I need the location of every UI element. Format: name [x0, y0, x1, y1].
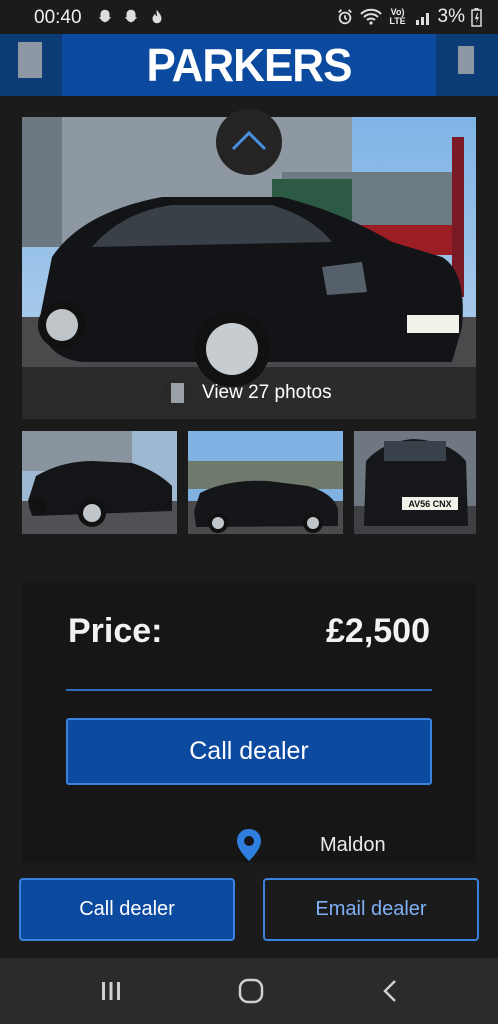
alarm-icon — [337, 9, 352, 25]
thumbnail-1[interactable] — [22, 431, 177, 534]
view-photos-label: View 27 photos — [202, 382, 332, 403]
thumbnail-2[interactable] — [188, 431, 343, 534]
battery-icon — [471, 8, 482, 27]
thumb-illustration: AV56 CNX — [354, 431, 476, 534]
status-right: Vo) LTE 3% — [336, 6, 482, 28]
location-text: Maldon — [320, 834, 386, 856]
thumb-plate: AV56 CNX — [408, 499, 451, 509]
battery-percent: 3% — [437, 6, 465, 27]
signal-icon — [415, 13, 429, 25]
notification-icons — [96, 8, 166, 26]
view-photos-button[interactable]: View 27 photos — [162, 376, 332, 410]
thumb-illustration — [22, 431, 177, 534]
fire-icon — [152, 9, 162, 24]
thumb-illustration — [188, 431, 343, 534]
home-icon[interactable] — [216, 958, 286, 1024]
chevron-up-icon — [231, 130, 267, 151]
snapchat-icon — [124, 9, 138, 23]
collapse-gallery-button[interactable] — [216, 109, 282, 175]
recent-apps-icon[interactable] — [76, 958, 146, 1024]
email-dealer-button[interactable]: Email dealer — [263, 878, 479, 941]
thumbnail-3[interactable]: AV56 CNX — [354, 431, 476, 534]
location-pin-icon — [237, 829, 261, 861]
call-dealer-button[interactable]: Call dealer — [19, 878, 235, 941]
account-icon[interactable] — [458, 46, 474, 74]
status-bar: 00:40 Vo) LTE 3% — [0, 0, 498, 34]
price-divider — [66, 689, 432, 691]
back-icon[interactable] — [356, 958, 426, 1024]
menu-icon[interactable] — [18, 42, 42, 78]
price-value: £2,500 — [326, 612, 430, 650]
price-label: Price: — [68, 612, 163, 650]
network-type: Vo) LTE — [389, 7, 406, 26]
status-time: 00:40 — [34, 7, 82, 28]
parkers-logo[interactable]: PARKERS — [62, 32, 436, 97]
snapchat-icon — [98, 9, 112, 23]
call-dealer-main-button[interactable]: Call dealer — [66, 718, 432, 785]
wifi-icon — [359, 8, 382, 25]
camera-icon — [162, 378, 192, 408]
android-nav-bar — [0, 958, 498, 1024]
